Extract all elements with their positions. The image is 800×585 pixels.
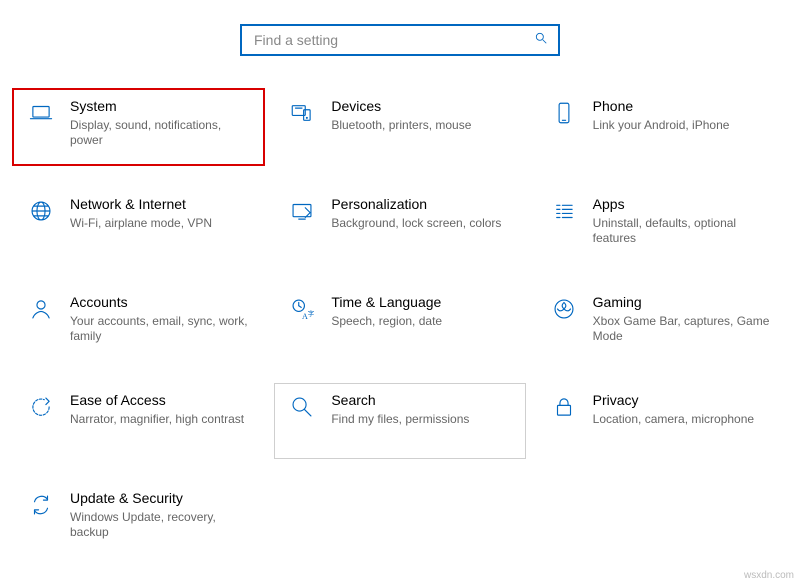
search-icon	[285, 392, 319, 420]
tile-devices[interactable]: Devices Bluetooth, printers, mouse	[275, 90, 524, 164]
search-icon	[534, 31, 548, 50]
lock-icon	[547, 392, 581, 420]
search-box[interactable]	[240, 24, 560, 56]
tile-desc: Windows Update, recovery, backup	[70, 510, 253, 540]
tile-phone[interactable]: Phone Link your Android, iPhone	[537, 90, 786, 164]
search-input[interactable]	[252, 31, 534, 49]
tile-ease-of-access[interactable]: Ease of Access Narrator, magnifier, high…	[14, 384, 263, 458]
tile-desc: Xbox Game Bar, captures, Game Mode	[593, 314, 776, 344]
update-icon	[24, 490, 58, 518]
tile-title: Devices	[331, 98, 471, 116]
ease-icon	[24, 392, 58, 420]
tile-time-language[interactable]: A字 Time & Language Speech, region, date	[275, 286, 524, 360]
tile-title: Update & Security	[70, 490, 253, 508]
tile-network[interactable]: Network & Internet Wi-Fi, airplane mode,…	[14, 188, 263, 262]
tile-accounts[interactable]: Accounts Your accounts, email, sync, wor…	[14, 286, 263, 360]
laptop-icon	[24, 98, 58, 126]
personalize-icon	[285, 196, 319, 224]
tile-system[interactable]: System Display, sound, notifications, po…	[12, 88, 265, 166]
tile-title: Network & Internet	[70, 196, 212, 214]
time-lang-icon: A字	[285, 294, 319, 322]
settings-grid: System Display, sound, notifications, po…	[0, 70, 800, 556]
tile-desc: Bluetooth, printers, mouse	[331, 118, 471, 133]
globe-icon	[24, 196, 58, 224]
tile-desc: Wi-Fi, airplane mode, VPN	[70, 216, 212, 231]
tile-desc: Find my files, permissions	[331, 412, 469, 427]
tile-title: Personalization	[331, 196, 501, 214]
tile-title: Accounts	[70, 294, 253, 312]
tile-desc: Link your Android, iPhone	[593, 118, 730, 133]
tile-title: Apps	[593, 196, 776, 214]
tile-desc: Background, lock screen, colors	[331, 216, 501, 231]
tile-title: Phone	[593, 98, 730, 116]
tile-desc: Location, camera, microphone	[593, 412, 754, 427]
tile-title: Gaming	[593, 294, 776, 312]
tile-update-security[interactable]: Update & Security Windows Update, recove…	[14, 482, 263, 556]
tile-desc: Your accounts, email, sync, work, family	[70, 314, 253, 344]
tile-desc: Speech, region, date	[331, 314, 442, 329]
gaming-icon	[547, 294, 581, 322]
phone-icon	[547, 98, 581, 126]
apps-icon	[547, 196, 581, 224]
tile-title: System	[70, 98, 253, 116]
tile-desc: Display, sound, notifications, power	[70, 118, 253, 148]
tile-gaming[interactable]: Gaming Xbox Game Bar, captures, Game Mod…	[537, 286, 786, 360]
tile-search[interactable]: Search Find my files, permissions	[274, 383, 525, 459]
person-icon	[24, 294, 58, 322]
svg-text:字: 字	[308, 309, 315, 318]
tile-personalization[interactable]: Personalization Background, lock screen,…	[275, 188, 524, 262]
tile-title: Privacy	[593, 392, 754, 410]
tile-title: Search	[331, 392, 469, 410]
devices-icon	[285, 98, 319, 126]
watermark: wsxdn.com	[744, 570, 794, 581]
tile-desc: Uninstall, defaults, optional features	[593, 216, 776, 246]
tile-title: Ease of Access	[70, 392, 244, 410]
tile-title: Time & Language	[331, 294, 442, 312]
tile-desc: Narrator, magnifier, high contrast	[70, 412, 244, 427]
tile-privacy[interactable]: Privacy Location, camera, microphone	[537, 384, 786, 458]
tile-apps[interactable]: Apps Uninstall, defaults, optional featu…	[537, 188, 786, 262]
